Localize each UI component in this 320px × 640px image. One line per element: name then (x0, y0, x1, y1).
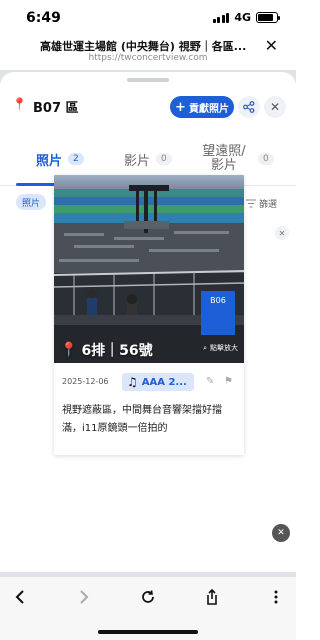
back-icon[interactable] (8, 585, 32, 609)
seat-text: 6排｜56號 (81, 343, 153, 359)
filter-button[interactable]: 篩選 (246, 197, 277, 210)
filter-label: 篩選 (259, 200, 278, 210)
zoom-label: 點擊放大 (210, 344, 238, 352)
zone-title: B07 區 (33, 101, 79, 116)
seat-label: 📍 6排｜56號 (60, 340, 153, 360)
home-indicator (98, 630, 198, 634)
magnify-icon: ⌕ (203, 343, 207, 352)
tab-label: 影片 (124, 153, 151, 169)
section-sign-text: B06 (210, 296, 226, 305)
sheet-grab-handle[interactable] (127, 78, 169, 82)
contribute-label: 貢獻照片 (188, 103, 229, 115)
plus-icon: + (175, 99, 186, 115)
page-title: 高雄世運主場館 (中央舞台) 視野｜各區... (40, 40, 247, 53)
photo-meta: 2025-12-06 ♫ AAA 2... ✎ ⚑ (62, 373, 238, 391)
more-icon[interactable] (264, 585, 288, 609)
filter-icon (246, 199, 256, 208)
zoom-hint[interactable]: ⌕ 點擊放大 (203, 343, 238, 353)
network-type: 4G (234, 11, 251, 24)
battery-icon (256, 12, 280, 23)
close-icon: ✕ (269, 100, 281, 114)
close-panel-button[interactable]: ✕ (264, 96, 286, 118)
flag-icon[interactable]: ⚑ (224, 376, 233, 387)
edit-icon[interactable]: ✎ (206, 376, 214, 387)
status-indicators: 4G (212, 11, 280, 24)
contribute-photo-button[interactable]: + 貢獻照片 (170, 96, 234, 118)
close-icon: ✕ (277, 528, 285, 538)
song-tag[interactable]: ♫ AAA 2... (122, 373, 194, 391)
filter-chip-photos[interactable]: 照片 (16, 194, 47, 210)
photo-card[interactable]: B06 📍 6排｜56號 ⌕ 點擊放大 2025-12-06 ♫ AAA 2..… (54, 175, 244, 455)
signal-icon (212, 12, 230, 23)
tab-count: 0 (156, 153, 172, 165)
music-note-icon: ♫ (127, 375, 138, 389)
reload-icon[interactable] (136, 585, 160, 609)
song-text: AAA 2... (141, 376, 187, 388)
photo-description: 視野遮蔽區，中間舞台音響架擋好擋滿，i11原鏡頭一倍拍的 (62, 405, 222, 434)
status-bar: 6:49 4G (0, 0, 296, 34)
forward-icon[interactable] (72, 585, 96, 609)
tab-count: 2 (68, 153, 84, 165)
page-url: https://twconcertview.com (88, 53, 208, 63)
photo-date: 2025-12-06 (62, 377, 109, 386)
tab-label: 照片 (36, 153, 63, 169)
close-icon: ✕ (278, 228, 286, 238)
tab-label: 望遠照/影片 (202, 144, 246, 173)
browser-header: 高雄世運主場館 (中央舞台) 視野｜各區... https://twconcer… (0, 34, 296, 70)
share-button[interactable] (238, 96, 260, 118)
tab-count: 0 (258, 153, 274, 165)
close-icon[interactable]: ✕ (265, 36, 278, 55)
clear-filter-button[interactable]: ✕ (275, 226, 289, 240)
dismiss-button[interactable]: ✕ (272, 524, 290, 542)
location-pin-icon: 📍 (12, 97, 27, 111)
location-pin-icon: 📍 (60, 342, 78, 358)
share-icon[interactable] (200, 585, 224, 609)
share-icon (243, 101, 255, 113)
seat-view-photo[interactable]: B06 (54, 175, 244, 363)
status-time: 6:49 (26, 10, 61, 26)
